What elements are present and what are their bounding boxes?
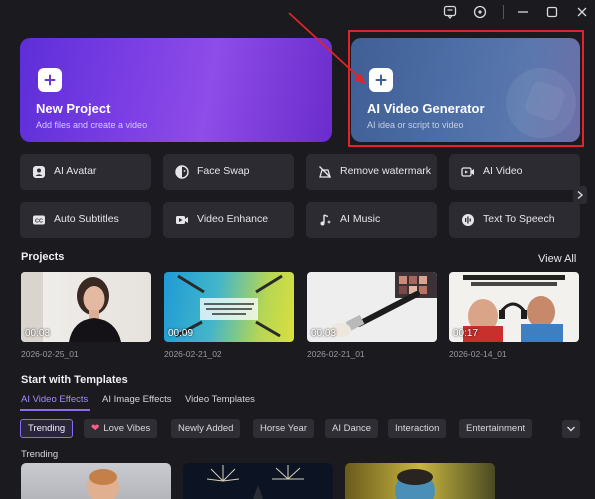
tool-label: Video Enhance [197,213,269,225]
video-enhance-icon [176,216,188,224]
subtitles-icon: CC [33,215,45,225]
template-thumbnail[interactable] [183,463,333,499]
projects-heading: Projects [21,251,65,263]
face-swap-icon [175,165,189,179]
tab-ai-video-effects[interactable]: AI Video Effects [21,394,88,405]
chip-newly-added[interactable]: Newly Added [171,419,241,438]
project-duration: 00:09 [168,328,194,339]
new-project-subtitle: Add files and create a video [36,120,148,130]
project-duration: 00:03 [25,328,51,339]
tool-label: Face Swap [197,165,250,177]
feedback-icon[interactable] [440,2,460,22]
tool-text-to-speech[interactable]: Text To Speech [449,202,580,238]
chip-label: Entertainment [466,423,526,434]
close-icon[interactable] [572,2,592,22]
tool-label: Text To Speech [483,213,555,225]
chip-entertainment[interactable]: Entertainment [459,419,533,438]
chip-trending[interactable]: Trending [20,419,74,438]
fireworks-image [206,465,304,499]
baby-image [87,469,119,499]
tool-remove-watermark[interactable]: Remove watermark [306,154,437,190]
tool-label: AI Music [340,213,381,225]
project-name: 2026-02-25_01 [21,349,79,359]
tab-video-templates[interactable]: Video Templates [185,394,255,405]
new-project-card[interactable]: New Project Add files and create a video [20,38,332,142]
tool-ai-avatar[interactable]: AI Avatar [20,154,151,190]
upgrade-icon[interactable] [470,2,490,22]
tool-label: Auto Subtitles [54,213,119,225]
project-duration: 00:17 [453,328,479,339]
project-thumbnail[interactable]: 00:17 [449,272,579,342]
tool-video-enhance[interactable]: Video Enhance [163,202,294,238]
tool-ai-video[interactable]: AI Video [449,154,580,190]
chevron-right-icon[interactable] [573,186,587,204]
chip-label: Trending [28,423,66,434]
plus-icon [38,68,62,92]
chevron-down-icon[interactable] [562,420,580,438]
plus-icon [369,68,393,92]
project-thumbnail[interactable]: 00:03 [21,272,151,342]
heart-icon: ❤ [91,423,100,434]
chip-ai-dance[interactable]: AI Dance [325,419,379,438]
title-bar-divider [503,5,504,19]
chip-label: Love Vibes [103,423,151,434]
music-icon [320,214,331,226]
chip-label: Horse Year [260,423,308,434]
chip-interaction[interactable]: Interaction [388,419,447,438]
tool-label: AI Avatar [54,165,97,177]
project-name: 2026-02-21_01 [307,349,365,359]
template-thumbnail[interactable] [21,463,171,499]
template-thumbnail[interactable] [345,463,495,499]
ai-video-generator-subtitle: AI idea or script to video [367,120,464,130]
project-thumbnail[interactable]: 00:09 [164,272,294,342]
chip-label: AI Dance [332,423,372,434]
tab-ai-image-effects[interactable]: AI Image Effects [102,394,172,405]
new-project-title: New Project [36,101,111,116]
tool-face-swap[interactable]: Face Swap [163,154,294,190]
minimize-icon[interactable] [513,2,533,22]
chip-label: Interaction [395,423,440,434]
templates-heading: Start with Templates [21,374,128,386]
text-to-speech-icon [462,214,474,226]
maximize-icon[interactable] [542,2,562,22]
tool-label: Remove watermark [340,165,432,177]
tool-auto-subtitles[interactable]: CC Auto Subtitles [20,202,151,238]
project-name: 2026-02-21_02 [164,349,222,359]
chip-label: Newly Added [178,423,234,434]
project-name: 2026-02-14_01 [449,349,507,359]
fantasy-face-image [395,469,435,499]
tool-label: AI Video [483,165,523,177]
ai-video-generator-card[interactable]: AI Video Generator AI idea or script to … [351,38,580,142]
avatar-icon [33,166,45,178]
trending-heading: Trending [21,449,59,460]
svg-text:CC: CC [35,219,43,225]
tool-ai-music[interactable]: AI Music [306,202,437,238]
chip-horse-year[interactable]: Horse Year [253,419,315,438]
title-bar [0,0,595,24]
view-all-link[interactable]: View All [538,253,576,265]
project-duration: 00:03 [311,328,337,339]
ai-video-generator-title: AI Video Generator [367,101,485,116]
chip-love-vibes[interactable]: ❤ Love Vibes [84,419,158,438]
active-tab-indicator [20,409,90,411]
ai-video-icon [461,167,474,177]
remove-watermark-icon [319,166,331,178]
project-thumbnail[interactable]: 00:03 [307,272,437,342]
